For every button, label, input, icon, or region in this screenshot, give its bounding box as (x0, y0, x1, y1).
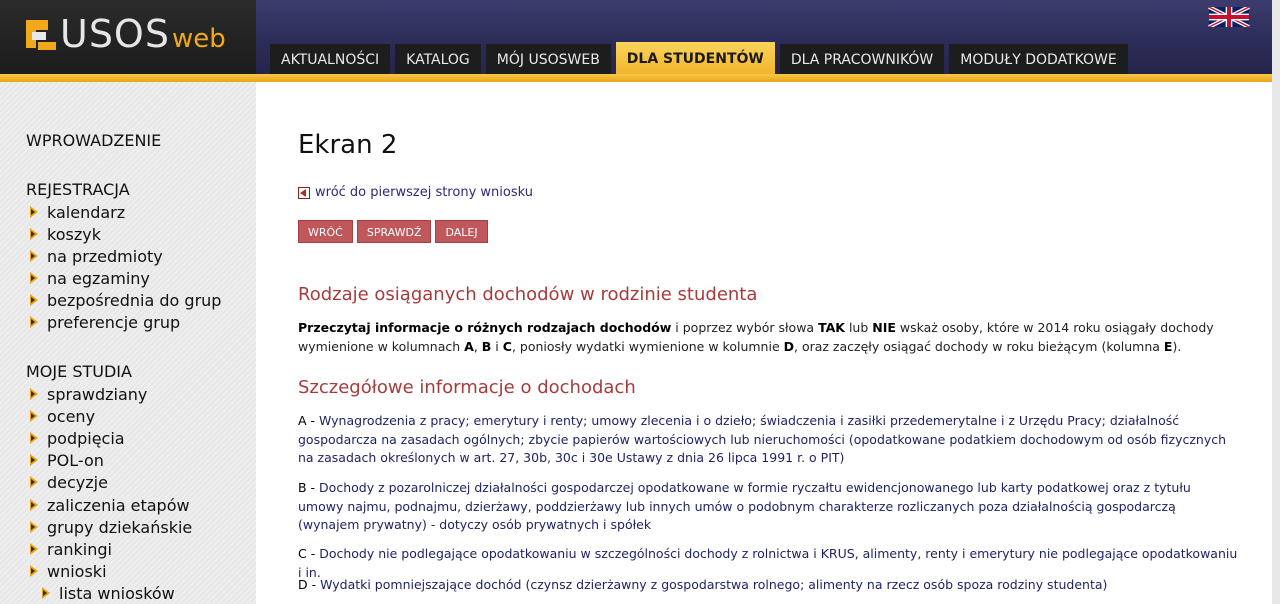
bullet-arrow-icon (30, 521, 38, 533)
back-button[interactable]: WRÓĆ (298, 220, 353, 243)
back-arrow-icon (298, 186, 310, 199)
sidebar-item-label: POL-on (47, 450, 104, 470)
sidebar-item-preferencje-grup[interactable]: preferencje grup (30, 312, 180, 332)
detail-item-d: D - Wydatki pomniejszające dochód (czyns… (298, 577, 1108, 592)
tab-dla-pracownikow[interactable]: DLA PRACOWNIKÓW (779, 44, 945, 74)
tab-moduly-dodatkowe[interactable]: MODUŁY DODATKOWE (949, 44, 1128, 74)
sidebar-item-label: wnioski (47, 561, 107, 581)
income-instructions: Przeczytaj informacje o różnych rodzajac… (298, 320, 1214, 354)
tab-katalog[interactable]: KATALOG (395, 44, 481, 74)
usos-logo-icon (26, 20, 56, 50)
sidebar-item-sprawdziany[interactable]: sprawdziany (30, 384, 147, 404)
sidebar-item-rankingi[interactable]: rankingi (30, 539, 112, 559)
sidebar-item-label: oceny (47, 406, 96, 426)
bullet-arrow-icon (30, 206, 38, 218)
sidebar-studies-title[interactable]: MOJE STUDIA (26, 362, 132, 381)
header-divider (0, 74, 1280, 82)
bullet-arrow-icon (30, 294, 38, 306)
tab-aktualnosci[interactable]: AKTUALNOŚCI (270, 44, 391, 74)
back-link-label: wróć do pierwszej strony wniosku (315, 185, 533, 200)
sidebar-item-zaliczenia-etapow[interactable]: zaliczenia etapów (30, 495, 190, 515)
uk-flag-icon[interactable] (1208, 7, 1250, 27)
bullet-arrow-icon (30, 432, 38, 444)
sidebar-item-label: zaliczenia etapów (47, 495, 190, 515)
sidebar-item-label: grupy dziekańskie (47, 517, 193, 537)
sidebar-item-label: kalendarz (47, 202, 126, 222)
sidebar-item-wnioski[interactable]: wnioski (30, 561, 107, 581)
sidebar-item-decyzje[interactable]: decyzje (30, 472, 108, 492)
logo-usos-text: USOS (60, 12, 170, 56)
page-title: Ekran 2 (298, 130, 398, 160)
bullet-arrow-icon (30, 499, 38, 511)
sidebar-item-podpiecia[interactable]: podpięcia (30, 428, 125, 448)
sidebar-item-label: sprawdziany (47, 384, 148, 404)
section-title-income-types: Rodzaje osiąganych dochodów w rodzinie s… (298, 284, 758, 305)
header: USOS web AKTUALNOŚCI KATALOG MÓJ USOSWEB… (0, 0, 1280, 82)
sidebar-item-na-egzaminy[interactable]: na egzaminy (30, 268, 150, 288)
logo[interactable]: USOS web (0, 0, 256, 74)
form-buttons: WRÓĆ SPRAWDŹ DALEJ (298, 220, 488, 243)
sidebar-item-pol-on[interactable]: POL-on (30, 450, 104, 470)
sidebar-item-grupy-dziekanskie[interactable]: grupy dziekańskie (30, 517, 192, 537)
detail-item-a: A - Wynagrodzenia z pracy; emerytury i r… (298, 413, 1227, 465)
bullet-arrow-icon (30, 228, 38, 240)
bullet-arrow-icon (42, 587, 50, 599)
sidebar-item-kalendarz[interactable]: kalendarz (30, 202, 125, 222)
check-button[interactable]: SPRAWDŹ (356, 220, 432, 243)
sidebar-item-label: bezpośrednia do grup (47, 290, 222, 310)
sidebar-item-bezposrednia-do-grup[interactable]: bezpośrednia do grup (30, 290, 221, 310)
bullet-arrow-icon (30, 272, 38, 284)
bullet-arrow-icon (30, 410, 38, 422)
bullet-arrow-icon (30, 250, 38, 262)
bullet-arrow-icon (30, 565, 38, 577)
sidebar-item-label: podpięcia (47, 428, 125, 448)
next-button[interactable]: DALEJ (435, 220, 488, 243)
page-scrollbar[interactable] (1272, 0, 1280, 604)
sidebar-intro[interactable]: WPROWADZENIE (26, 131, 161, 150)
sidebar-item-label: lista wniosków (59, 583, 175, 603)
sidebar-item-lista-wnioskow[interactable]: lista wniosków (42, 583, 175, 603)
main-content: Ekran 2 wróć do pierwszej strony wniosku… (256, 82, 1280, 604)
sidebar-item-koszyk[interactable]: koszyk (30, 224, 101, 244)
bullet-arrow-icon (30, 388, 38, 400)
sidebar-item-label: rankingi (47, 539, 112, 559)
sidebar: WPROWADZENIE REJESTRACJA kalendarz koszy… (0, 82, 256, 604)
sidebar-item-label: na egzaminy (47, 268, 150, 288)
sidebar-item-label: preferencje grup (47, 312, 181, 332)
detail-item-b: B - Dochody z pozarolniczej działalności… (298, 480, 1191, 532)
sidebar-registration-title[interactable]: REJESTRACJA (26, 180, 130, 199)
sidebar-item-label: na przedmioty (47, 246, 163, 266)
section-title-income-details: Szczegółowe informacje o dochodach (298, 377, 636, 398)
main-nav: AKTUALNOŚCI KATALOG MÓJ USOSWEB DLA STUD… (270, 42, 1128, 74)
sidebar-item-label: koszyk (47, 224, 101, 244)
bullet-arrow-icon (30, 476, 38, 488)
bullet-arrow-icon (30, 454, 38, 466)
bullet-arrow-icon (30, 316, 38, 328)
tab-moj-usosweb[interactable]: MÓJ USOSWEB (485, 44, 611, 74)
tab-dla-studentow[interactable]: DLA STUDENTÓW (615, 42, 775, 74)
back-to-first-page-link[interactable]: wróć do pierwszej strony wniosku (298, 185, 533, 200)
sidebar-item-label: decyzje (47, 472, 108, 492)
sidebar-item-na-przedmioty[interactable]: na przedmioty (30, 246, 163, 266)
sidebar-item-oceny[interactable]: oceny (30, 406, 95, 426)
bullet-arrow-icon (30, 543, 38, 555)
logo-web-text: web (172, 24, 226, 54)
